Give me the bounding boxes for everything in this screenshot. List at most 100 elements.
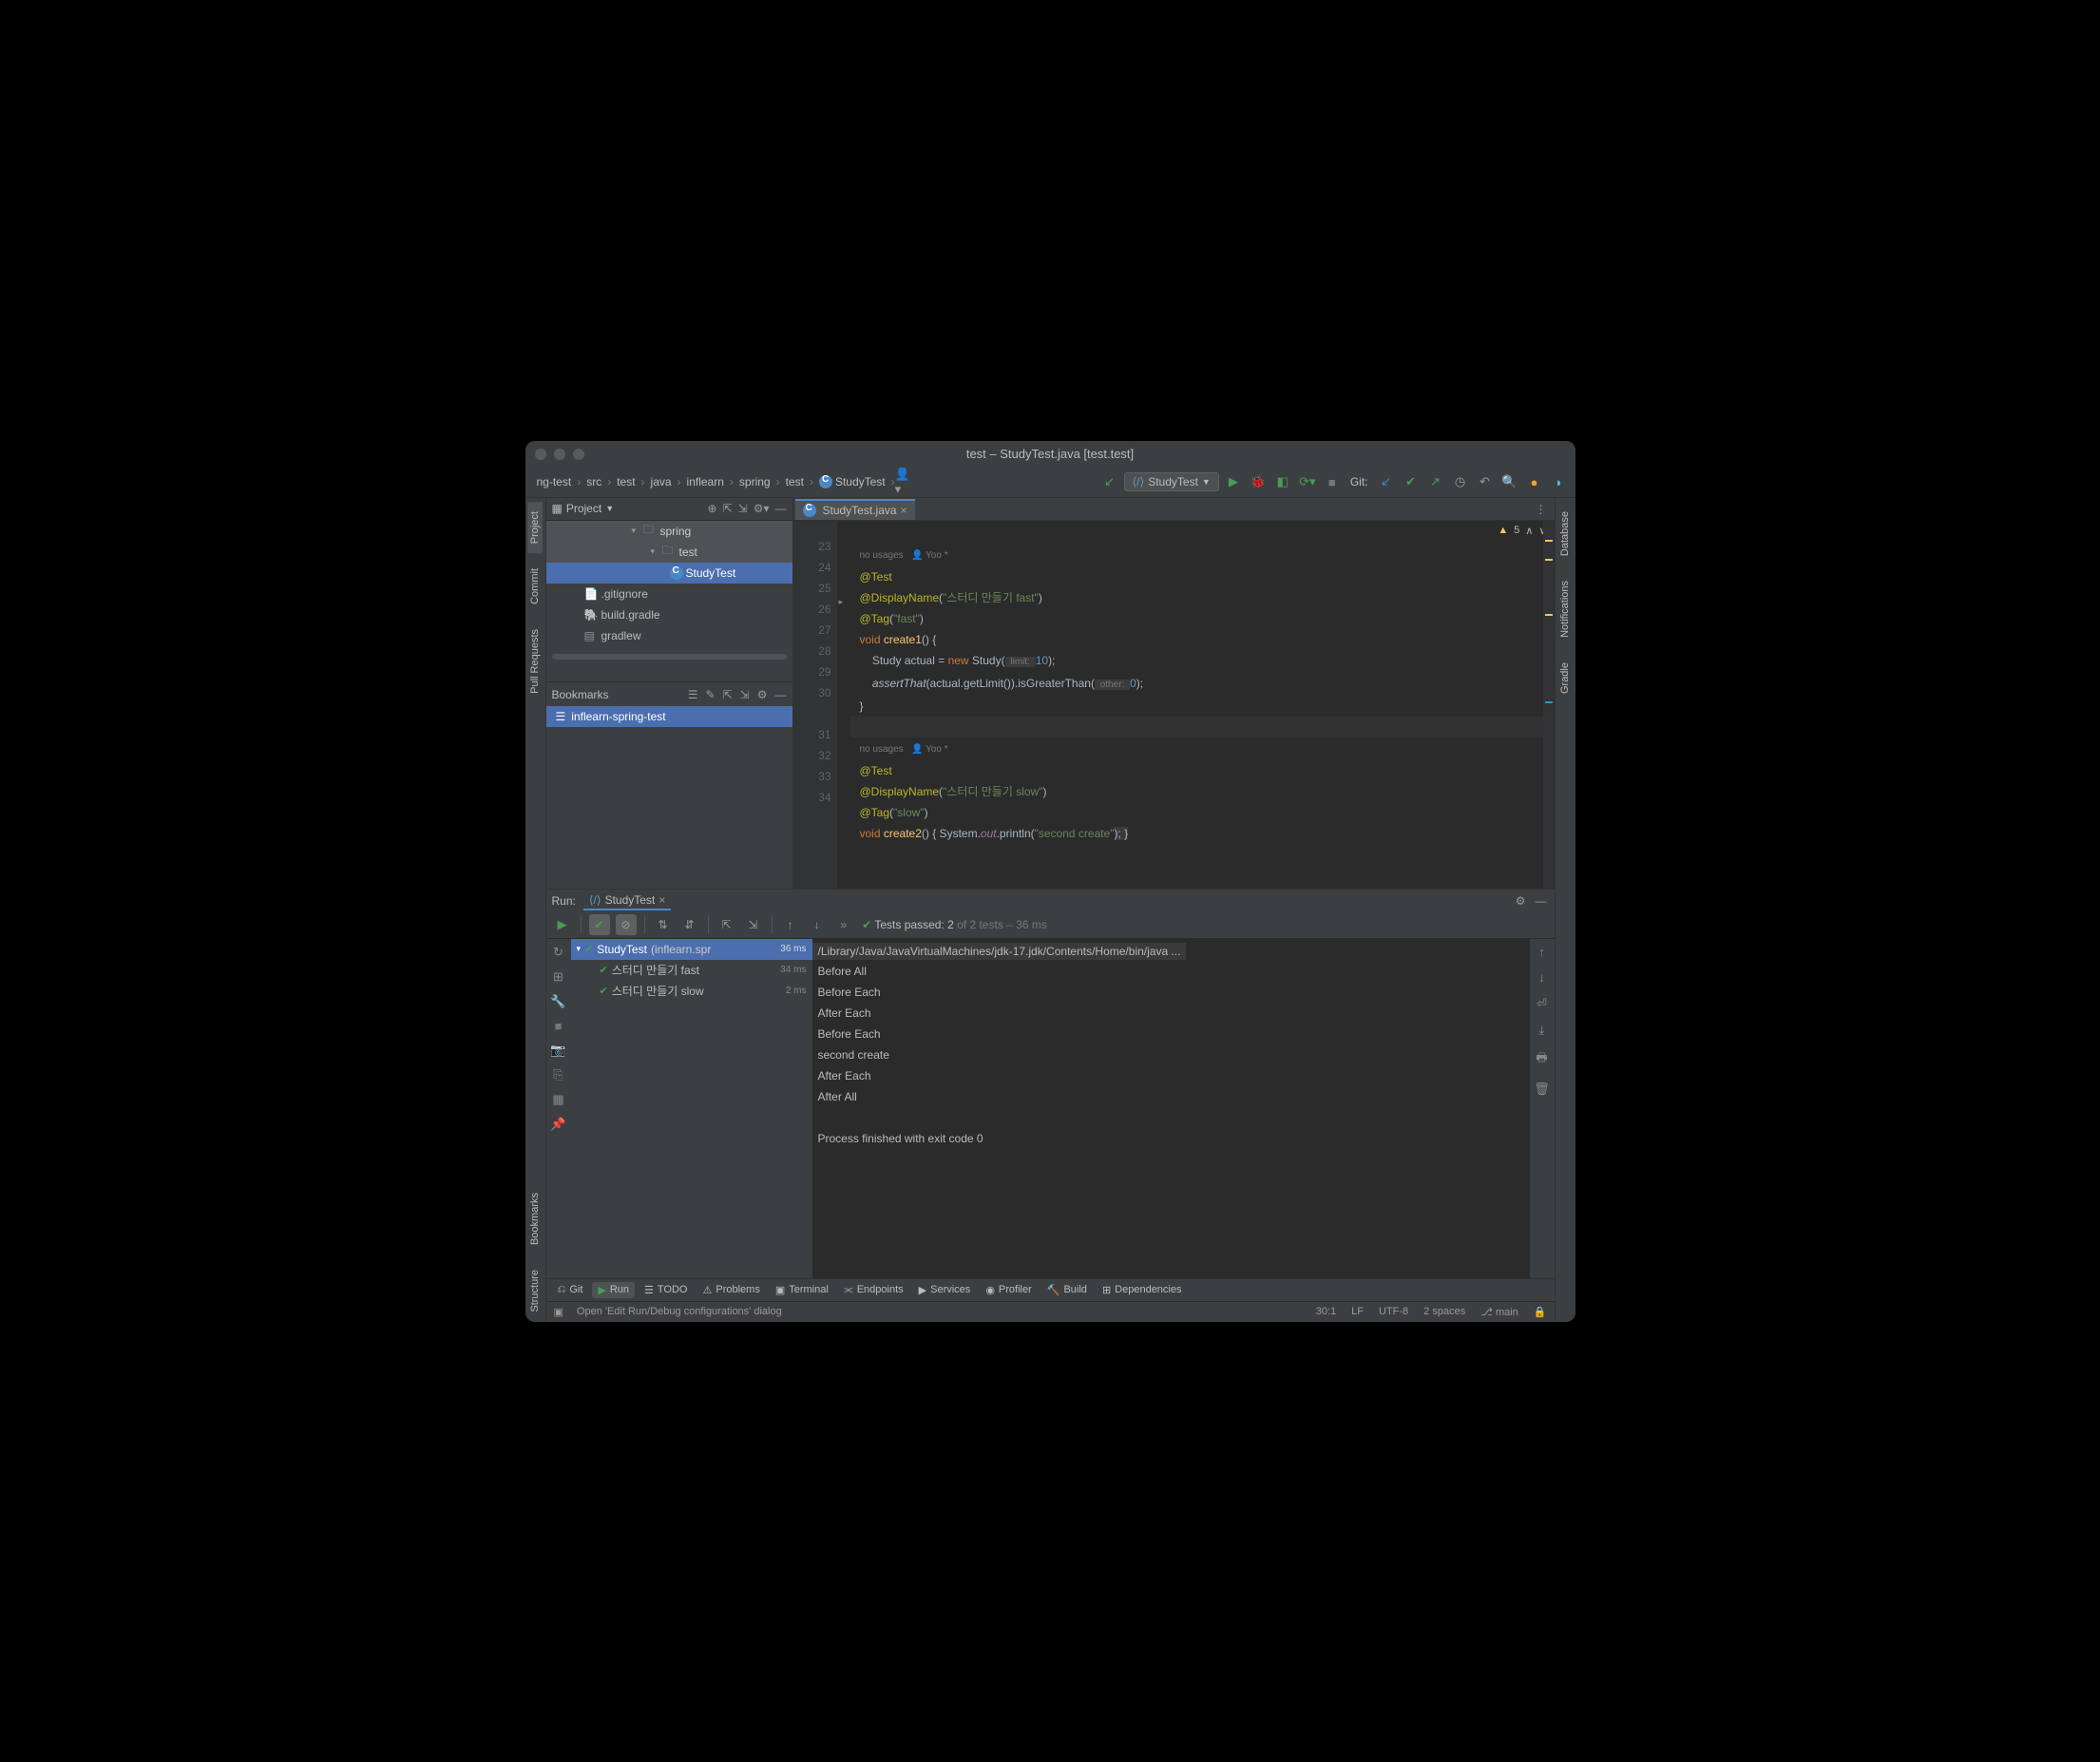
services-tab[interactable]: ▶Services: [913, 1284, 977, 1296]
fold-gutter[interactable]: ▸: [837, 521, 850, 889]
endpoints-tab[interactable]: ⫘Endpoints: [838, 1284, 909, 1296]
test-row-2[interactable]: ✔스터디 만들기 slow 2 ms: [571, 981, 812, 1002]
next-test-icon[interactable]: ↓: [807, 914, 828, 935]
up-icon[interactable]: ↑: [1538, 945, 1545, 959]
close-run-tab-icon[interactable]: ×: [659, 893, 665, 907]
profiler-tab[interactable]: ◉Profiler: [980, 1284, 1037, 1296]
revert-icon[interactable]: ↶: [1475, 471, 1496, 492]
edit-icon[interactable]: ✎: [706, 688, 716, 701]
project-tree[interactable]: ▾🗀spring ▾🗀test StudyTest 📄.gitignore 🐘b…: [546, 521, 792, 682]
toggle-auto-test-icon[interactable]: ⊞: [553, 969, 563, 985]
problems-tab[interactable]: ⚠Problems: [697, 1284, 765, 1296]
run-button[interactable]: ▶: [1223, 471, 1244, 492]
down-icon[interactable]: ↓: [1538, 970, 1545, 985]
run-configuration-selector[interactable]: ⟨/⟩ StudyTest ▼: [1124, 472, 1219, 491]
debug-button[interactable]: 🐞: [1248, 471, 1269, 492]
breadcrumb-class[interactable]: StudyTest: [813, 475, 891, 489]
dump-icon[interactable]: 📷: [550, 1043, 565, 1058]
filter-icon[interactable]: ☰: [688, 688, 698, 701]
expand-all-icon[interactable]: ⇱: [723, 502, 733, 515]
minimize-window-button[interactable]: [554, 449, 565, 460]
stop-button[interactable]: ■: [1322, 471, 1343, 492]
tree-file-gitignore[interactable]: 📄.gitignore: [546, 584, 792, 604]
code-content[interactable]: no usages 👤 Yoo * @Test @DisplayName(("스…: [850, 521, 1543, 889]
show-ignored-toggle[interactable]: ⊘: [616, 914, 637, 935]
test-root-row[interactable]: ▾✔ StudyTest (inflearn.spr 36 ms: [571, 939, 812, 960]
user-icon[interactable]: 👤▾: [895, 471, 916, 492]
run-tab[interactable]: ▶Run: [592, 1282, 635, 1298]
tree-file-buildgradle[interactable]: 🐘build.gradle: [546, 604, 792, 625]
caret-position[interactable]: 30:1: [1316, 1306, 1336, 1318]
stop-icon[interactable]: ■: [555, 1019, 563, 1033]
history-icon[interactable]: ◷: [1450, 471, 1471, 492]
back-arrow-icon[interactable]: ↙: [1099, 471, 1120, 492]
maximize-window-button[interactable]: [573, 449, 584, 460]
run-panel-tab[interactable]: ⟨/⟩ StudyTest ×: [583, 891, 671, 910]
breadcrumb-java[interactable]: java: [645, 475, 678, 488]
close-tab-icon[interactable]: ×: [901, 504, 907, 517]
terminal-tab[interactable]: ▣Terminal: [770, 1284, 834, 1296]
console-output[interactable]: /Library/Java/JavaVirtualMachines/jdk-17…: [812, 939, 1530, 1278]
clear-icon[interactable]: 🗑: [1534, 1082, 1550, 1097]
code-editor[interactable]: 23 24 25 26 27 28 29 30 31 32 33: [793, 521, 1555, 889]
rerun-button[interactable]: ▶: [552, 914, 573, 935]
build-tab[interactable]: 🔨Build: [1041, 1284, 1093, 1296]
horizontal-scrollbar[interactable]: [552, 654, 787, 660]
git-tab[interactable]: ⎌Git: [552, 1284, 589, 1296]
collapse-icon[interactable]: ⇲: [740, 688, 750, 701]
expand-all-icon[interactable]: ⇱: [716, 914, 737, 935]
line-separator[interactable]: LF: [1351, 1306, 1364, 1318]
breadcrumb-spring[interactable]: spring: [734, 475, 776, 488]
lock-icon[interactable]: 🔒: [1534, 1306, 1547, 1318]
breadcrumb-testpkg[interactable]: test: [780, 475, 810, 488]
select-file-icon[interactable]: ⊕: [708, 502, 717, 515]
bookmark-entry[interactable]: ☰ inflearn-spring-test: [546, 706, 792, 727]
hide-panel-icon[interactable]: —: [1536, 894, 1547, 908]
collapse-all-icon[interactable]: ⇲: [743, 914, 764, 935]
notifications-tool-tab[interactable]: Notifications: [1557, 571, 1573, 647]
breadcrumb-src[interactable]: src: [581, 475, 607, 488]
hide-icon[interactable]: —: [775, 688, 787, 701]
scroll-to-end-icon[interactable]: ⤓: [1539, 1023, 1545, 1038]
line-gutter[interactable]: 23 24 25 26 27 28 29 30 31 32 33: [793, 521, 837, 889]
pull-requests-tool-tab[interactable]: Pull Requests: [527, 620, 543, 703]
update-project-button[interactable]: ↙: [1376, 471, 1397, 492]
breadcrumb-test[interactable]: test: [611, 475, 640, 488]
test-results-tree[interactable]: ▾✔ StudyTest (inflearn.spr 36 ms ✔스터디 만들…: [571, 939, 812, 1278]
test-row-1[interactable]: ✔스터디 만들기 fast 34 ms: [571, 960, 812, 981]
exit-icon[interactable]: ⎘: [553, 1067, 563, 1082]
search-icon[interactable]: 🔍: [1499, 471, 1520, 492]
tree-folder-spring[interactable]: ▾🗀spring: [546, 521, 792, 542]
gear-icon[interactable]: ⚙▾: [754, 502, 770, 515]
tree-file-studytest[interactable]: StudyTest: [546, 563, 792, 584]
rerun-failed-icon[interactable]: ↻: [553, 945, 563, 960]
bookmarks-tool-tab[interactable]: Bookmarks: [527, 1183, 543, 1254]
inspection-widget[interactable]: ▲ 5 ∧ ∨: [1498, 525, 1546, 537]
gear-icon[interactable]: ⚙: [757, 688, 768, 701]
soft-wrap-icon[interactable]: ⏎: [1537, 996, 1547, 1011]
expand-icon[interactable]: ⇱: [723, 688, 733, 701]
indent-setting[interactable]: 2 spaces: [1423, 1306, 1465, 1318]
wrench-icon[interactable]: 🔧: [550, 994, 565, 1009]
profile-button[interactable]: ⟳▾: [1297, 471, 1318, 492]
gradle-tool-tab[interactable]: Gradle: [1557, 653, 1573, 703]
avatar-icon[interactable]: ●: [1524, 471, 1545, 492]
todo-tab[interactable]: ☰TODO: [639, 1284, 693, 1296]
tree-folder-test[interactable]: ▾🗀test: [546, 542, 792, 563]
project-tool-tab[interactable]: Project: [527, 502, 543, 553]
view-mode-chevron[interactable]: ▼: [605, 504, 614, 513]
sort-alpha-icon[interactable]: ⇅: [653, 914, 674, 935]
marker-bar[interactable]: [1543, 521, 1555, 889]
tool-window-toggle-icon[interactable]: ▣: [554, 1306, 563, 1318]
close-window-button[interactable]: [535, 449, 546, 460]
coverage-button[interactable]: ◧: [1272, 471, 1293, 492]
structure-tool-tab[interactable]: Structure: [527, 1260, 543, 1322]
breadcrumb-inflearn[interactable]: inflearn: [681, 475, 730, 488]
gear-icon[interactable]: ⚙: [1516, 894, 1526, 908]
prev-highlight-icon[interactable]: ∧: [1525, 525, 1533, 537]
hide-panel-icon[interactable]: —: [775, 502, 787, 515]
git-branch[interactable]: ⎇ main: [1480, 1306, 1518, 1318]
commit-tool-tab[interactable]: Commit: [527, 559, 543, 614]
pin-icon[interactable]: 📌: [550, 1117, 565, 1132]
editor-tab-studytest[interactable]: StudyTest.java ×: [795, 499, 915, 520]
